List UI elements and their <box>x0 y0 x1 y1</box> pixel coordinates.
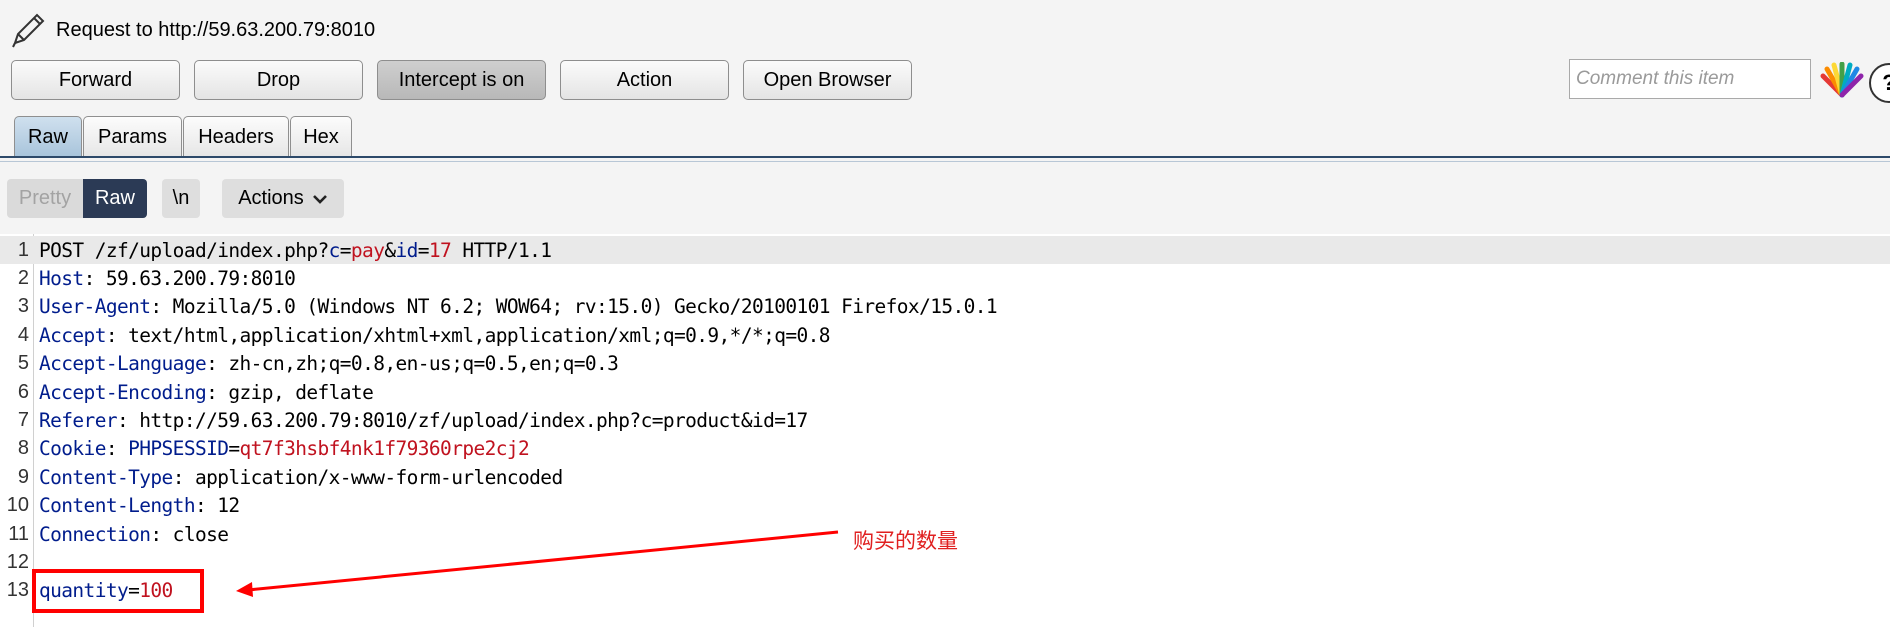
line-number: 13 <box>6 579 29 602</box>
code-text: Content-Type: application/x-www-form-url… <box>39 466 563 489</box>
code-text: Referer: http://59.63.200.79:8010/zf/upl… <box>39 409 808 432</box>
token-text: : text/html,application/xhtml+xml,applic… <box>105 323 831 347</box>
line-number: 4 <box>17 323 29 346</box>
code-line: 8 Cookie: PHPSESSID=qt7f3hsbf4nk1f79360rp… <box>0 435 1890 463</box>
code-text: Accept-Encoding: gzip, deflate <box>39 380 374 404</box>
open-browser-button[interactable]: Open Browser <box>743 60 912 100</box>
forward-button[interactable]: Forward <box>11 60 180 100</box>
code-text: POST /zf/upload/index.php?c=pay&id=17 HT… <box>39 238 552 262</box>
token-text: : zh-cn,zh;q=0.8,en-us;q=0.5,en;q=0.3 <box>206 352 619 376</box>
highlight-box <box>32 569 204 613</box>
tab-divider <box>0 156 1890 158</box>
token-key: User-Agent <box>39 295 151 319</box>
request-title: Request to http://59.63.200.79:8010 <box>56 18 376 41</box>
line-number: 10 <box>6 494 29 517</box>
token-key: Accept-Language <box>39 352 207 376</box>
intercept-toggle-button[interactable]: Intercept is on <box>377 60 546 100</box>
code-line: 13 quantity=100 <box>0 577 1890 605</box>
view-mode-toggle: Pretty Raw <box>7 179 147 218</box>
tab-divider-secondary <box>0 161 1890 162</box>
token-key: id <box>395 238 418 262</box>
token-key: Host <box>39 266 84 290</box>
code-line: 9 Content-Type: application/x-www-form-ur… <box>0 463 1890 491</box>
line-number: 11 <box>8 522 29 545</box>
tab-params[interactable]: Params <box>83 116 182 157</box>
line-number: 3 <box>17 295 29 318</box>
token-text: : application/x-www-form-urlencoded <box>172 465 564 489</box>
code-text: Connection: close <box>39 522 229 546</box>
code-line: 3 User-Agent: Mozilla/5.0 (Windows NT 6.2… <box>0 293 1890 321</box>
help-icon[interactable]: ? <box>1869 63 1890 103</box>
raw-toggle[interactable]: Raw <box>83 179 147 218</box>
code-line: 2 Host: 59.63.200.79:8010 <box>0 264 1890 292</box>
token-value: qt7f3hsbf4nk1f79360rpe2cj2 <box>239 437 530 461</box>
line-number: 6 <box>17 380 29 403</box>
token-text: : Mozilla/5.0 (Windows NT 6.2; WOW64; rv… <box>150 295 998 319</box>
token-text: & <box>384 238 396 262</box>
token-key: Connection <box>39 522 151 546</box>
line-number: 2 <box>17 266 29 289</box>
token-text: : <box>105 437 129 461</box>
code-text: User-Agent: Mozilla/5.0 (Windows NT 6.2;… <box>39 295 998 319</box>
actions-dropdown[interactable]: Actions <box>222 179 344 218</box>
comment-input[interactable] <box>1569 59 1811 99</box>
token-text: : 59.63.200.79:8010 <box>83 266 296 290</box>
message-tabs: Raw Params Headers Hex <box>14 116 353 157</box>
token-key: Referer <box>39 408 118 432</box>
token-key: Content-Length <box>39 494 196 518</box>
code-line: 10 Content-Length: 12 <box>0 492 1890 520</box>
highlight-color-icon[interactable] <box>1820 62 1864 98</box>
token-key: Accept <box>39 323 106 347</box>
token-text: : http://59.63.200.79:8010/zf/upload/ind… <box>116 408 808 432</box>
token-value: 17 <box>428 238 452 262</box>
code-text: Content-Length: 12 <box>39 494 240 517</box>
code-text: Accept-Language: zh-cn,zh;q=0.8,en-us;q=… <box>39 352 619 376</box>
token-key: Cookie <box>39 437 106 461</box>
chevron-down-icon <box>312 194 327 204</box>
actions-label: Actions <box>238 187 304 209</box>
code-line: 6 Accept-Encoding: gzip, deflate <box>0 378 1890 406</box>
token-key: Accept-Encoding <box>39 380 207 404</box>
token-key: c <box>328 238 341 262</box>
line-number: 12 <box>6 550 29 573</box>
code-line: 4 Accept: text/html,application/xhtml+xml… <box>0 321 1890 349</box>
tab-raw[interactable]: Raw <box>14 116 82 157</box>
token-text: POST /zf/upload/index.php? <box>39 238 329 262</box>
line-number: 8 <box>17 437 29 460</box>
token-text: = <box>228 437 240 461</box>
token-text: : 12 <box>194 494 240 518</box>
line-number: 7 <box>17 408 29 431</box>
code-line: 1 POST /zf/upload/index.php?c=pay&id=17 H… <box>0 236 1890 264</box>
code-text: Host: 59.63.200.79:8010 <box>39 266 296 290</box>
annotation-label: 购买的数量 <box>853 530 958 553</box>
token-key: Content-Type <box>39 465 173 489</box>
code-line: 5 Accept-Language: zh-cn,zh;q=0.8,en-us;q… <box>0 350 1890 378</box>
tab-headers[interactable]: Headers <box>183 116 289 157</box>
code-text: Cookie: PHPSESSID=qt7f3hsbf4nk1f79360rpe… <box>39 437 530 461</box>
token-key: PHPSESSID <box>128 437 229 461</box>
drop-button[interactable]: Drop <box>194 60 363 100</box>
line-number: 1 <box>17 238 29 261</box>
action-button[interactable]: Action <box>560 60 729 100</box>
token-text: = <box>417 238 430 262</box>
newline-toggle-button[interactable]: \n <box>162 179 200 218</box>
code-text: Accept: text/html,application/xhtml+xml,… <box>39 323 831 347</box>
pretty-toggle[interactable]: Pretty <box>7 179 83 218</box>
token-text: : gzip, deflate <box>206 380 374 404</box>
token-text: HTTP/1.1 <box>451 238 552 262</box>
line-number: 9 <box>17 465 29 488</box>
token-value: pay <box>350 238 385 262</box>
code-line: 7 Referer: http://59.63.200.79:8010/zf/up… <box>0 406 1890 434</box>
line-number: 5 <box>17 352 29 375</box>
token-text: : close <box>150 522 229 546</box>
tab-hex[interactable]: Hex <box>290 116 352 157</box>
token-text: = <box>339 238 352 262</box>
window-title-bar: Request to http://59.63.200.79:8010 <box>10 12 375 48</box>
pencil-icon <box>12 13 45 48</box>
